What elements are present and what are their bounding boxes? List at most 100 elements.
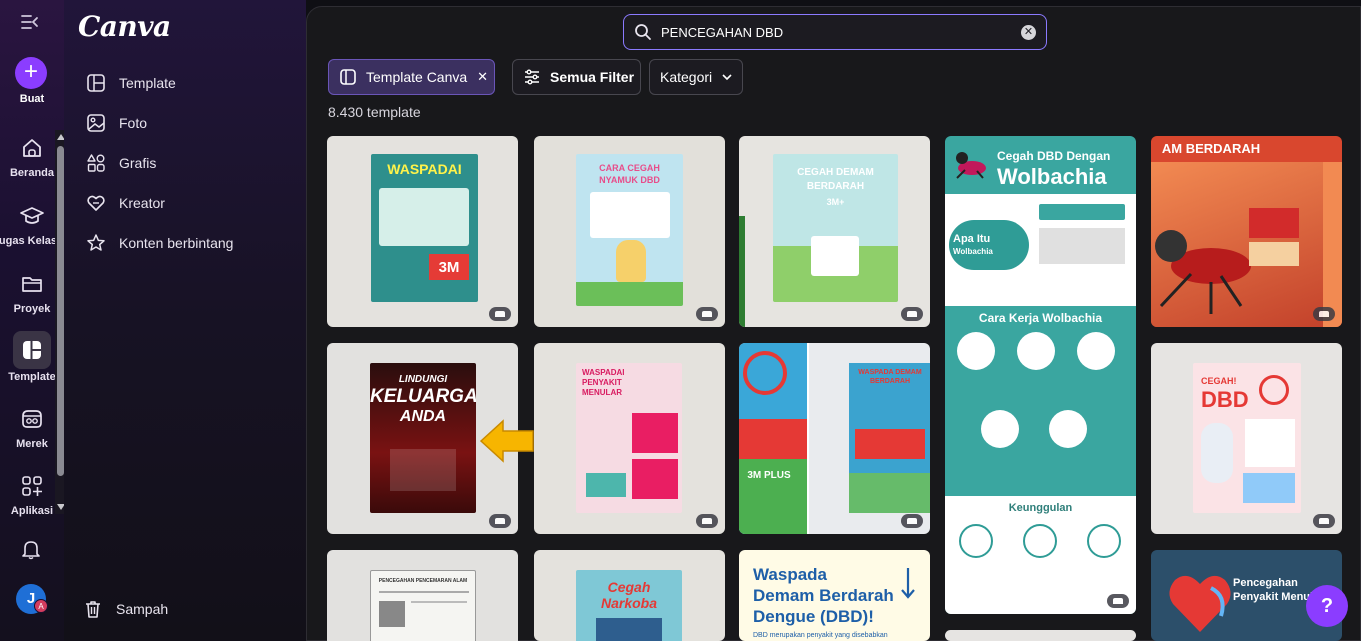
poster-subtitle: NYAMUK DBD bbox=[599, 175, 660, 185]
pro-crown-icon bbox=[901, 307, 923, 321]
help-button[interactable]: ? bbox=[1306, 585, 1348, 627]
poster-title: CARA CEGAH bbox=[599, 163, 660, 173]
poster-title: CEGAH DEMAM bbox=[797, 167, 874, 178]
panel-item-graphics[interactable]: Grafis bbox=[86, 151, 156, 175]
panel-item-label: Grafis bbox=[119, 155, 157, 171]
panel-item-label: Konten berbintang bbox=[119, 235, 234, 251]
template-thumbnail: PENCEGAHAN PENCEMARAN ALAM bbox=[370, 570, 476, 641]
scrollbar-thumb[interactable] bbox=[57, 146, 64, 476]
template-icon bbox=[340, 69, 356, 85]
pro-crown-icon bbox=[901, 514, 923, 528]
template-thumbnail: CEGAH! DBD bbox=[1193, 363, 1301, 513]
pro-crown-icon bbox=[1107, 594, 1129, 608]
poster-badge: 3M bbox=[438, 259, 460, 276]
heart-icon bbox=[87, 195, 105, 211]
template-card[interactable]: Cegah DBD Dengan Wolbachia Apa Itu Wolba… bbox=[945, 136, 1136, 614]
star-icon bbox=[87, 234, 105, 251]
poster-title: LINDUNGI bbox=[398, 374, 448, 385]
chip-label: Template Canva bbox=[366, 69, 468, 85]
left-rail: + Buat Beranda Tugas Kelas Proyek Templa… bbox=[0, 0, 66, 641]
poster-title: WASPADA DEMAM bbox=[858, 369, 922, 376]
home-icon bbox=[23, 139, 41, 157]
pro-crown-icon bbox=[696, 307, 718, 321]
template-card[interactable]: PENCEGAHAN PENCEMARAN ALAM bbox=[327, 550, 518, 641]
folder-icon bbox=[22, 277, 42, 292]
pro-crown-icon bbox=[489, 514, 511, 528]
remove-chip-icon[interactable]: ✕ bbox=[477, 69, 488, 85]
poster-title: Cegah DBD Dengan bbox=[997, 149, 1111, 163]
team-badge: A bbox=[34, 599, 48, 613]
poster-subtitle: KELUARGA bbox=[370, 386, 476, 407]
poster-title: WASPADAI bbox=[582, 368, 625, 377]
search-input[interactable] bbox=[661, 24, 1001, 40]
canva-logo[interactable]: Canva bbox=[78, 10, 171, 43]
panel-item-label: Foto bbox=[119, 115, 148, 131]
shapes-icon bbox=[87, 154, 105, 172]
search-icon bbox=[635, 24, 651, 40]
poster-question: Apa Itu bbox=[953, 233, 991, 245]
poster-section: Cara Kerja Wolbachia bbox=[978, 311, 1103, 325]
trash-label: Sampah bbox=[116, 601, 169, 617]
arrow-left-icon bbox=[479, 419, 534, 463]
template-thumbnail: WASPADAI 3M bbox=[371, 154, 478, 302]
template-canva-chip[interactable]: Template Canva ✕ bbox=[328, 59, 495, 95]
template-thumbnail: CARA CEGAH NYAMUK DBD bbox=[576, 154, 683, 306]
poster-subtitle: DBD bbox=[1201, 387, 1249, 412]
template-card[interactable]: WASPADAI PENYAKIT MENULAR bbox=[534, 343, 725, 534]
template-card[interactable]: CEGAH! DBD bbox=[1151, 343, 1342, 534]
template-card[interactable]: CARA CEGAH NYAMUK DBD bbox=[534, 136, 725, 327]
template-card[interactable] bbox=[945, 630, 1136, 641]
poster-subtitle: BERDARAH bbox=[806, 181, 865, 192]
arrow-down-icon bbox=[901, 568, 915, 599]
poster-title: PENCEGAHAN PENCEMARAN ALAM bbox=[378, 578, 468, 584]
template-card[interactable]: Cegah Narkoba bbox=[534, 550, 725, 641]
panel-item-starred[interactable]: Konten berbintang bbox=[86, 231, 233, 255]
template-card[interactable]: AM BERDARAH bbox=[1151, 136, 1342, 327]
create-label: Buat bbox=[19, 93, 45, 105]
create-button[interactable]: + bbox=[15, 57, 47, 89]
panel-item-template[interactable]: Template bbox=[86, 71, 176, 95]
mosquito-icon bbox=[956, 152, 986, 179]
template-card[interactable]: 3M PLUS WASPADA DEMAM BERDARAH bbox=[739, 343, 930, 534]
template-thumbnail: LINDUNGI KELUARGA ANDA bbox=[370, 363, 476, 513]
bell-icon[interactable] bbox=[20, 538, 42, 560]
filter-label: Semua Filter bbox=[550, 69, 635, 85]
chevron-down-icon bbox=[722, 74, 732, 81]
panel-item-creator[interactable]: Kreator bbox=[86, 191, 165, 215]
poster-subtitle: Narkoba bbox=[600, 595, 658, 611]
panel-item-label: Kreator bbox=[119, 195, 165, 211]
template-thumbnail: CEGAH DEMAM BERDARAH 3M+ bbox=[773, 154, 898, 302]
category-dropdown[interactable]: Kategori bbox=[649, 59, 743, 95]
apps-icon bbox=[22, 476, 42, 496]
poster-title: Cegah bbox=[607, 579, 651, 595]
template-card[interactable]: CEGAH DEMAM BERDARAH 3M+ bbox=[739, 136, 930, 327]
poster-badge: 3M PLUS bbox=[747, 470, 791, 481]
poster-title: WASPADAI bbox=[387, 161, 462, 177]
filter-sliders-icon bbox=[525, 69, 539, 85]
poster-title: AM BERDARAH bbox=[1161, 141, 1261, 156]
all-filters-button[interactable]: Semua Filter bbox=[512, 59, 641, 95]
poster-subtitle: PENYAKIT bbox=[582, 378, 622, 387]
panel-item-label: Template bbox=[119, 75, 176, 91]
poster-question-sub: Wolbachia bbox=[953, 247, 993, 256]
search-bar[interactable]: ✕ bbox=[623, 14, 1047, 50]
photo-icon bbox=[87, 114, 105, 132]
template-card[interactable]: WASPADAI 3M bbox=[327, 136, 518, 327]
results-count: 8.430 template bbox=[328, 104, 421, 120]
pro-crown-icon bbox=[696, 514, 718, 528]
poster-badge: 3M+ bbox=[826, 197, 845, 207]
poster-section: Keunggulan bbox=[1008, 502, 1073, 514]
clear-search-icon[interactable]: ✕ bbox=[1021, 25, 1036, 40]
poster-title: CEGAH! bbox=[1201, 376, 1237, 386]
poster-subtitle: Dengue (DBD)! bbox=[753, 607, 874, 626]
panel-item-photo[interactable]: Foto bbox=[86, 111, 147, 135]
template-thumbnail: WASPADAI PENYAKIT MENULAR bbox=[576, 363, 682, 513]
poster-subtitle: ANDA bbox=[399, 408, 447, 425]
trash-button[interactable]: Sampah bbox=[83, 597, 168, 621]
template-card[interactable]: Waspada Demam Berdarah Dengue (DBD)! DBD… bbox=[739, 550, 930, 641]
poster-subtitle: Wolbachia bbox=[997, 164, 1107, 189]
graduation-cap-icon bbox=[20, 207, 44, 224]
pro-crown-icon bbox=[489, 307, 511, 321]
heart-illustration bbox=[1169, 575, 1231, 632]
collapse-menu-icon[interactable] bbox=[20, 14, 40, 35]
